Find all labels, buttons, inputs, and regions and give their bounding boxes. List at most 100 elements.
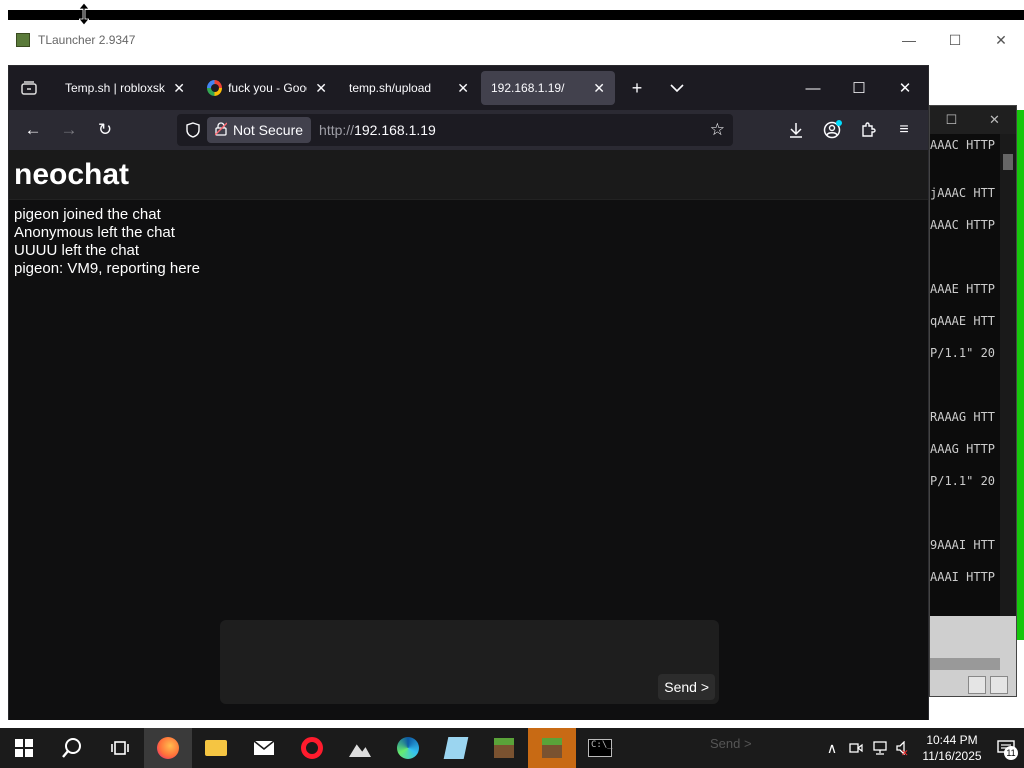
tab-close-icon[interactable]: ✕ <box>457 80 469 97</box>
app-menu-icon[interactable]: ≡ <box>886 114 922 146</box>
terminal-output: AAAC HTTP jAAAC HTT AAAC HTTP AAAE HTTP … <box>930 134 1000 616</box>
clock[interactable]: 10:44 PM 11/16/2025 <box>916 732 988 764</box>
firefox-view-icon[interactable] <box>9 66 49 110</box>
notification-center-button[interactable]: 11 <box>988 728 1024 768</box>
terminal-scrollbar[interactable] <box>1000 134 1016 616</box>
terminal-icon: C:\_ <box>588 739 613 757</box>
notification-count-badge: 11 <box>1004 746 1018 760</box>
network-icon[interactable] <box>868 741 892 755</box>
tlauncher-title: TLauncher 2.9347 <box>38 33 136 47</box>
page-title: neochat <box>14 157 130 191</box>
windows-logo-icon <box>15 739 33 757</box>
tlauncher-titlebar[interactable]: TLauncher 2.9347 <box>8 20 1024 60</box>
firefox-window: Temp.sh | robloxskyli ✕ fuck you - Googl… <box>8 65 929 720</box>
terminal-scroll-thumb[interactable] <box>1003 154 1013 170</box>
photos-icon <box>349 744 371 757</box>
new-tab-button[interactable]: + <box>617 66 657 110</box>
taskbar-edge[interactable] <box>384 728 432 768</box>
close-window-button[interactable]: ✕ <box>882 66 928 110</box>
terminal-maximize-button[interactable]: ☐ <box>930 112 973 128</box>
not-secure-indicator[interactable]: Not Secure <box>207 117 312 143</box>
message-list: pigeon joined the chat Anonymous left th… <box>9 200 928 284</box>
extensions-icon[interactable] <box>850 114 886 146</box>
taskbar-minecraft[interactable] <box>480 728 528 768</box>
tab-bar: Temp.sh | robloxskyli ✕ fuck you - Googl… <box>9 66 928 110</box>
taskbar-opera[interactable] <box>288 728 336 768</box>
page-content: neochat pigeon joined the chat Anonymous… <box>9 150 928 720</box>
minecraft-grass-icon <box>494 738 514 758</box>
terminal-line: P/1.1" 20 <box>930 346 996 360</box>
downloads-icon[interactable] <box>778 114 814 146</box>
terminal-titlebar[interactable]: ☐ ✕ <box>930 106 1016 134</box>
tab-temp-sh[interactable]: Temp.sh | robloxskyli ✕ <box>55 71 195 105</box>
bookmark-star-icon[interactable]: ☆ <box>710 120 725 140</box>
navigation-bar: ← → ↻ Not Secure http://192.168.1.19 ☆ ≡ <box>9 110 928 150</box>
chat-message: Anonymous left the chat <box>14 224 175 241</box>
terminal-line: P/1.1" 20 <box>930 474 996 488</box>
panel-toggle-icon[interactable] <box>968 676 986 694</box>
taskbar: C:\_ ∧ ✕ 10:44 PM 11/16/2025 11 <box>0 728 1024 768</box>
tab-google[interactable]: fuck you - Googl ✕ <box>197 71 337 105</box>
tab-close-icon[interactable]: ✕ <box>593 80 605 97</box>
list-all-tabs-button[interactable] <box>657 66 697 110</box>
url-protocol: http:// <box>319 122 355 138</box>
chat-message: pigeon joined the chat <box>14 206 161 223</box>
clock-date: 11/16/2025 <box>922 749 982 763</box>
back-button[interactable]: ← <box>15 114 51 146</box>
reload-button[interactable]: ↻ <box>87 114 123 146</box>
background-panel <box>930 616 1016 696</box>
taskbar-firefox[interactable] <box>144 728 192 768</box>
terminal-line: jAAAC HTT <box>930 186 996 200</box>
terminal-close-button[interactable]: ✕ <box>973 112 1016 128</box>
taskbar-notes[interactable] <box>432 728 480 768</box>
terminal-line: AAAC HTTP <box>930 138 996 152</box>
tab-close-icon[interactable]: ✕ <box>315 80 327 97</box>
firefox-icon <box>157 737 179 759</box>
panel-window-icon[interactable] <box>990 676 1008 694</box>
terminal-line: AAAE HTTP <box>930 282 996 296</box>
tlauncher-logo-icon <box>16 33 30 47</box>
tab-label: Temp.sh | robloxskyli <box>65 81 166 95</box>
url-text[interactable]: http://192.168.1.19 <box>319 122 436 138</box>
opera-icon <box>301 737 323 759</box>
tlauncher-maximize-button[interactable]: ☐ <box>932 20 978 60</box>
terminal-window[interactable]: ☐ ✕ AAAC HTTP jAAAC HTT AAAC HTTP AAAE H… <box>929 105 1017 697</box>
account-icon[interactable] <box>814 114 850 146</box>
tlauncher-minimize-button[interactable]: — <box>886 20 932 60</box>
chat-message: pigeon: VM9, reporting here <box>14 260 200 277</box>
taskbar-mail[interactable] <box>240 728 288 768</box>
mute-x-icon: ✕ <box>901 748 909 758</box>
clock-time: 10:44 PM <box>926 733 978 747</box>
taskbar-file-explorer[interactable] <box>192 728 240 768</box>
tab-neochat[interactable]: 192.168.1.19/ ✕ <box>481 71 615 105</box>
start-button[interactable] <box>0 728 48 768</box>
tab-label: temp.sh/upload <box>349 81 432 95</box>
background-scrollbar[interactable] <box>930 658 1000 670</box>
taskbar-terminal[interactable]: C:\_ <box>576 728 624 768</box>
maximize-button[interactable]: ☐ <box>836 66 882 110</box>
forward-button[interactable]: → <box>51 114 87 146</box>
tab-label: 192.168.1.19/ <box>491 81 565 95</box>
google-icon <box>207 80 223 96</box>
tray-overflow-chevron-icon[interactable]: ∧ <box>820 740 844 757</box>
message-input[interactable]: Send > <box>220 620 719 704</box>
mail-icon <box>253 740 275 755</box>
tab-close-icon[interactable]: ✕ <box>173 80 185 97</box>
terminal-line: AAAI HTTP <box>930 570 996 584</box>
taskbar-photos[interactable] <box>336 728 384 768</box>
url-bar[interactable]: Not Secure http://192.168.1.19 ☆ <box>177 114 733 146</box>
tracking-protection-shield-icon[interactable] <box>179 122 207 138</box>
tlauncher-grass-icon <box>542 738 562 758</box>
volume-muted-icon[interactable]: ✕ <box>892 741 916 758</box>
search-button[interactable] <box>48 728 96 768</box>
chat-message: UUUU left the chat <box>14 242 140 259</box>
system-tray: ∧ ✕ 10:44 PM 11/16/2025 11 <box>820 728 1024 768</box>
send-button[interactable]: Send > <box>658 674 715 700</box>
tab-temp-sh-upload[interactable]: temp.sh/upload ✕ <box>339 71 479 105</box>
meet-now-icon[interactable] <box>844 742 868 754</box>
tlauncher-close-button[interactable]: ✕ <box>978 20 1024 60</box>
task-view-button[interactable] <box>96 728 144 768</box>
taskbar-tlauncher[interactable] <box>528 728 576 768</box>
search-icon <box>62 738 81 758</box>
minimize-button[interactable]: — <box>790 66 836 110</box>
